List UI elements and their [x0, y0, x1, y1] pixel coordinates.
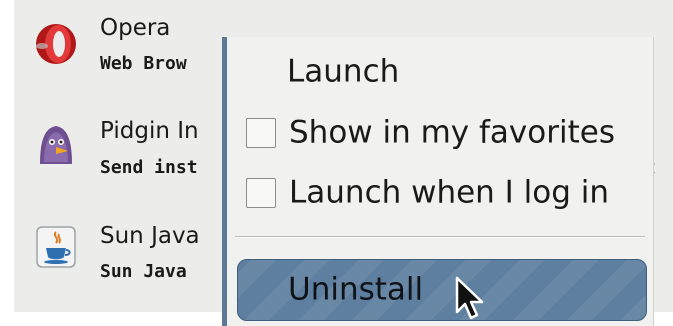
- menu-item-label: Uninstall: [288, 271, 424, 308]
- app-name: Sun Java: [100, 223, 200, 249]
- java-icon: [36, 226, 76, 268]
- menu-item-launch-on-login[interactable]: Launch when I log in: [227, 164, 653, 222]
- menu-item-label: Launch when I log in: [289, 174, 610, 211]
- app-description: Web Brow: [100, 53, 187, 74]
- menu-separator: [235, 236, 645, 238]
- menu-item-show-in-favorites[interactable]: Show in my favorites: [227, 104, 653, 162]
- app-name: Opera: [100, 15, 171, 41]
- menu-item-launch[interactable]: Launch: [227, 43, 653, 101]
- app-description: Send inst: [100, 157, 198, 178]
- launch-on-login-checkbox[interactable]: [246, 178, 276, 208]
- menu-item-uninstall[interactable]: Uninstall: [237, 259, 647, 321]
- menu-item-label: Show in my favorites: [289, 114, 615, 151]
- pidgin-icon: [40, 126, 72, 164]
- favorites-checkbox[interactable]: [246, 118, 276, 148]
- opera-icon: [36, 24, 76, 64]
- context-menu: Launch Show in my favorites Launch when …: [222, 37, 654, 326]
- app-name: Pidgin In: [100, 118, 199, 144]
- menu-item-label: Launch: [287, 53, 400, 90]
- arrow-pointer-icon: [455, 276, 484, 320]
- app-description: Sun Java: [100, 261, 187, 282]
